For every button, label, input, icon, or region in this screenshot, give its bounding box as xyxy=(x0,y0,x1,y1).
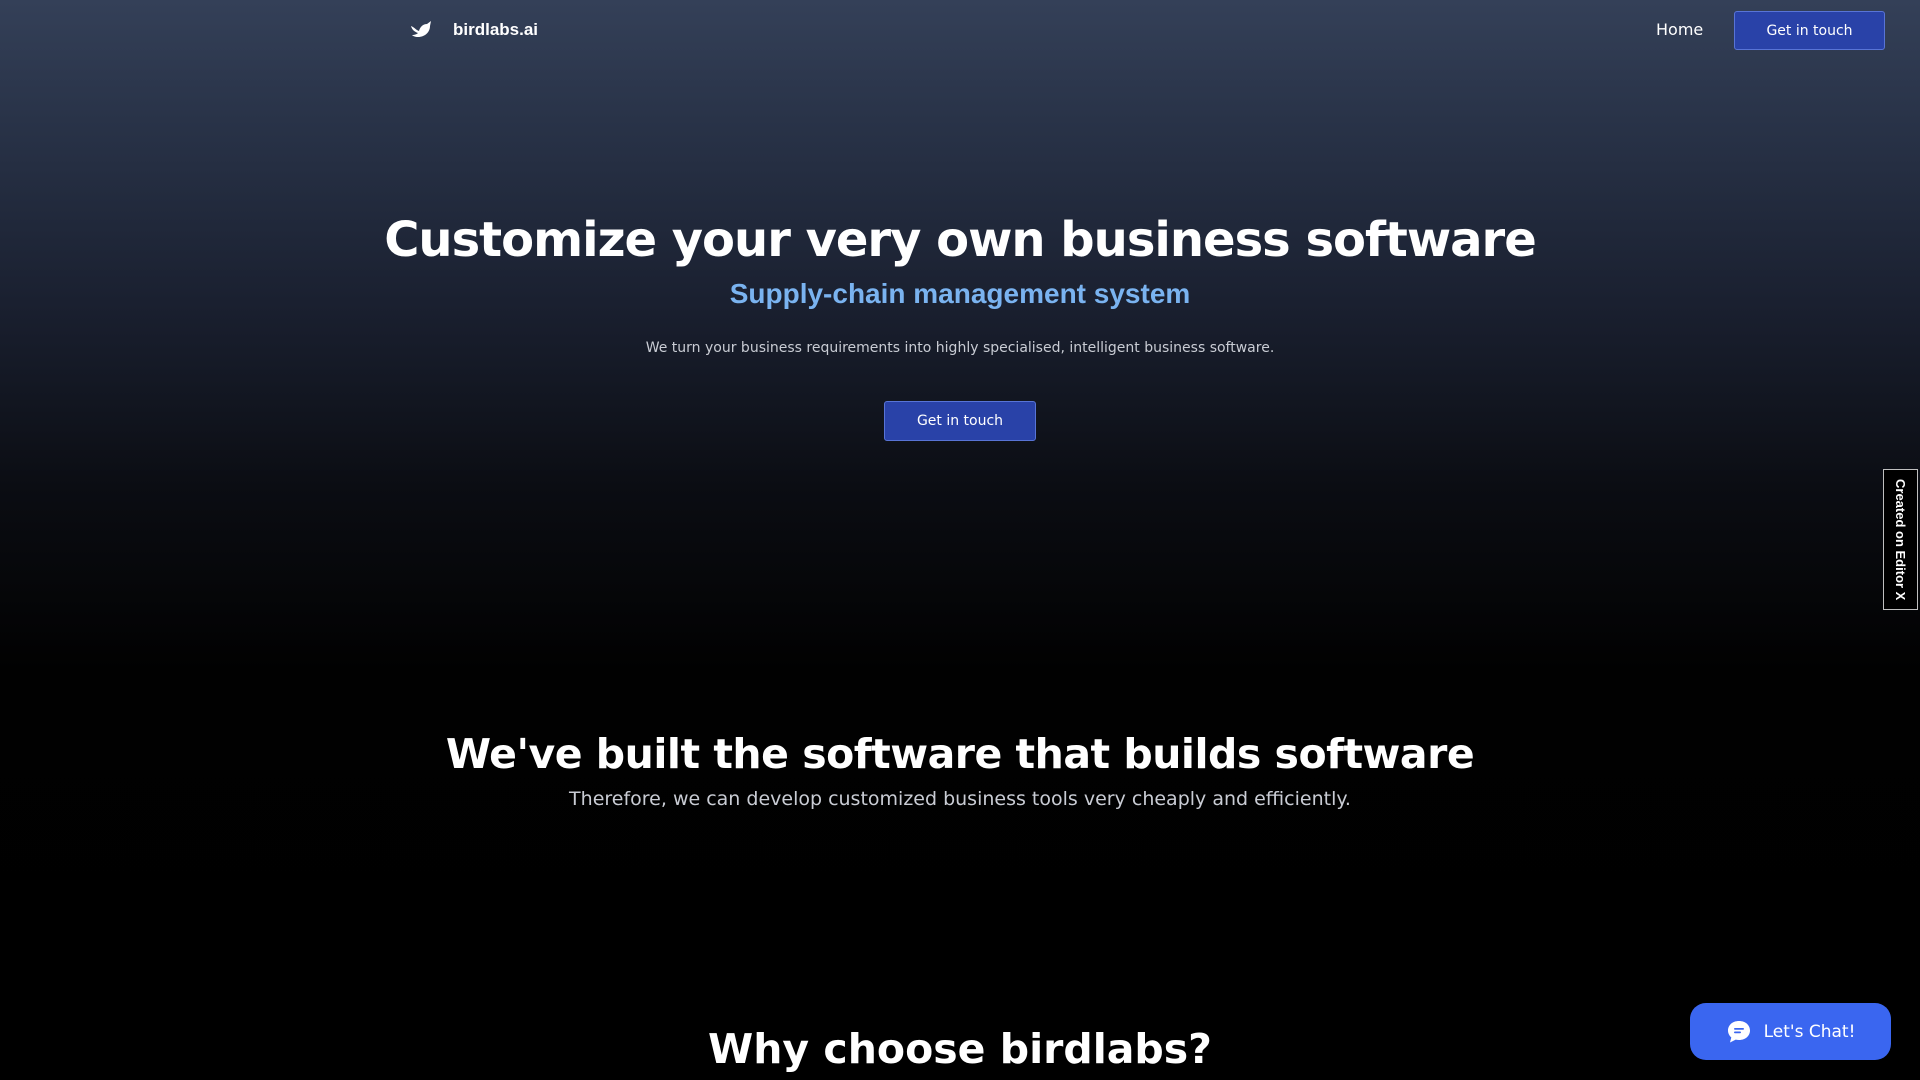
site-header: birdlabs.ai Home Get in touch xyxy=(0,0,1920,62)
hero-description: We turn your business requirements into … xyxy=(645,340,1275,356)
header-get-in-touch-button[interactable]: Get in touch xyxy=(1734,11,1885,50)
lets-chat-label: Let's Chat! xyxy=(1763,1021,1856,1042)
editor-x-badge[interactable]: Created on Editor X xyxy=(1883,469,1918,610)
hero-get-in-touch-button[interactable]: Get in touch xyxy=(884,401,1036,441)
lets-chat-button[interactable]: Let's Chat! xyxy=(1690,1003,1891,1060)
software-section-title: We've built the software that builds sof… xyxy=(445,730,1475,778)
bird-icon xyxy=(409,18,433,42)
software-section-subtitle: Therefore, we can develop customized bus… xyxy=(569,788,1351,810)
editor-x-badge-label: Created on Editor X xyxy=(1893,478,1908,601)
hero-subtitle: Supply-chain management system xyxy=(729,278,1191,309)
chat-bubble-icon xyxy=(1726,1019,1752,1045)
hero-title: Customize your very own business softwar… xyxy=(384,212,1537,268)
page: birdlabs.ai Home Get in touch Customize … xyxy=(0,0,1920,1080)
brand-logo[interactable]: birdlabs.ai xyxy=(409,18,538,42)
why-section-title: Why choose birdlabs? xyxy=(708,1025,1212,1073)
brand-name: birdlabs.ai xyxy=(453,20,539,39)
nav-home-link[interactable]: Home xyxy=(1656,20,1703,39)
